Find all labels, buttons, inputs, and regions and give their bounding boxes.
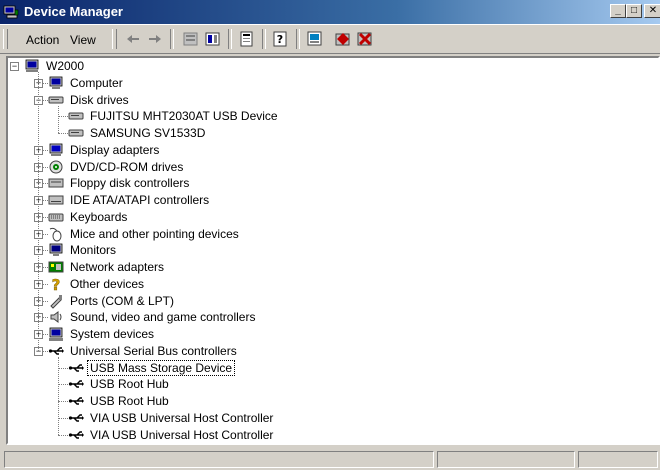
close-button[interactable]: ✕ <box>644 4 660 18</box>
tree-item-label: IDE ATA/ATAPI controllers <box>70 193 210 207</box>
device-manager-icon <box>3 5 19 19</box>
minimize-button[interactable]: _ <box>610 4 626 18</box>
device-tree[interactable]: − W2000 + Computer − Disk drives FUJITSU MHT20… <box>6 56 660 445</box>
tree-item-label: W2000 <box>46 59 85 73</box>
sound-icon <box>50 311 62 323</box>
details-view-icon[interactable] <box>204 30 222 48</box>
toolbar-separator <box>170 29 174 49</box>
ide-controller-icon <box>48 195 64 205</box>
tree-item-label: DVD/CD-ROM drives <box>70 160 184 174</box>
tree-connector <box>58 357 59 435</box>
tree-item-label: Display adapters <box>70 143 160 157</box>
disable-device-icon[interactable] <box>334 30 352 48</box>
status-panel-2 <box>437 451 575 468</box>
disk-drive-icon <box>68 129 84 137</box>
menu-action[interactable]: Action <box>26 33 59 47</box>
status-panel-main <box>4 451 434 468</box>
forward-arrow-icon[interactable] <box>146 30 164 48</box>
svg-text:?: ? <box>52 276 61 292</box>
usb-icon <box>68 364 84 372</box>
tree-item-label: Disk drives <box>70 93 129 107</box>
computer-icon <box>49 76 63 89</box>
tree-item-label: USB Mass Storage Device <box>86 360 236 376</box>
title-bar[interactable]: Device Manager _ □ ✕ <box>0 0 660 24</box>
tree-item-label: SAMSUNG SV1533D <box>90 126 206 140</box>
tree-item-label: USB Root Hub <box>90 377 169 391</box>
svg-text:?: ? <box>277 33 283 46</box>
properties-icon[interactable] <box>238 30 256 48</box>
menu-view[interactable]: View <box>70 33 96 47</box>
usb-icon <box>68 414 84 422</box>
question-mark-icon: ? <box>51 276 61 292</box>
mouse-icon <box>49 227 62 242</box>
tree-item-label: Mice and other pointing devices <box>70 227 239 241</box>
tree-item-label: Computer <box>70 76 123 90</box>
tree-item-label: Monitors <box>70 243 117 257</box>
system-device-icon <box>49 327 63 341</box>
status-bar <box>0 448 660 470</box>
help-icon[interactable]: ? <box>272 30 290 48</box>
tree-item-label: USB Root Hub <box>90 394 169 408</box>
tree-item-label: Keyboards <box>70 210 128 224</box>
display-adapter-icon <box>49 143 63 156</box>
cdrom-icon <box>49 160 63 174</box>
tree-connector <box>58 384 68 385</box>
tree-item-label: Floppy disk controllers <box>70 176 190 190</box>
toolbar-grip-2[interactable] <box>112 29 117 49</box>
device-manager-window: Device Manager _ □ ✕ Action View ? − W20… <box>0 0 660 470</box>
usb-icon <box>68 431 84 439</box>
tree-item-label: FUJITSU MHT2030AT USB Device <box>90 109 278 123</box>
toolbar-grip[interactable] <box>3 29 8 49</box>
disk-drive-icon <box>68 112 84 120</box>
maximize-button[interactable]: □ <box>626 4 642 18</box>
tree-connector <box>38 72 39 351</box>
scan-hardware-icon[interactable] <box>306 30 324 48</box>
toolbar-separator <box>228 29 232 49</box>
keyboard-icon <box>48 213 64 222</box>
tree-item-label: Sound, video and game controllers <box>70 310 256 324</box>
network-adapter-icon <box>48 261 64 273</box>
tree-connector <box>58 133 68 134</box>
tree-connector <box>58 106 59 133</box>
floppy-controller-icon <box>48 178 64 188</box>
usb-icon <box>48 347 64 355</box>
tree-item-label: System devices <box>70 327 155 341</box>
tree-item-label: VIA USB Universal Host Controller <box>90 428 274 442</box>
tree-item-label: Other devices <box>70 277 145 291</box>
tree-connector <box>58 368 68 369</box>
back-arrow-icon[interactable] <box>124 30 142 48</box>
tree-item-label: Ports (COM & LPT) <box>70 294 175 308</box>
tree-connector <box>58 435 68 436</box>
uninstall-device-icon[interactable] <box>356 30 374 48</box>
tree-item-label: Universal Serial Bus controllers <box>70 344 237 358</box>
tree-item-label: Network adapters <box>70 260 165 274</box>
disk-drive-icon <box>48 96 64 104</box>
window-title: Device Manager <box>24 4 123 19</box>
tree-connector <box>58 116 68 117</box>
monitor-icon <box>49 243 63 256</box>
toolbar-separator <box>262 29 266 49</box>
tree-connector <box>58 418 68 419</box>
usb-icon <box>68 397 84 405</box>
usb-icon <box>68 380 84 388</box>
collapse-toggle[interactable]: − <box>10 62 19 71</box>
port-icon <box>50 295 62 309</box>
toolbar: Action View ? <box>0 24 660 54</box>
list-view-icon[interactable] <box>182 30 200 48</box>
status-panel-3 <box>578 451 658 468</box>
tree-connector <box>58 401 68 402</box>
toolbar-separator <box>296 29 300 49</box>
tree-item-label: VIA USB Universal Host Controller <box>90 411 274 425</box>
